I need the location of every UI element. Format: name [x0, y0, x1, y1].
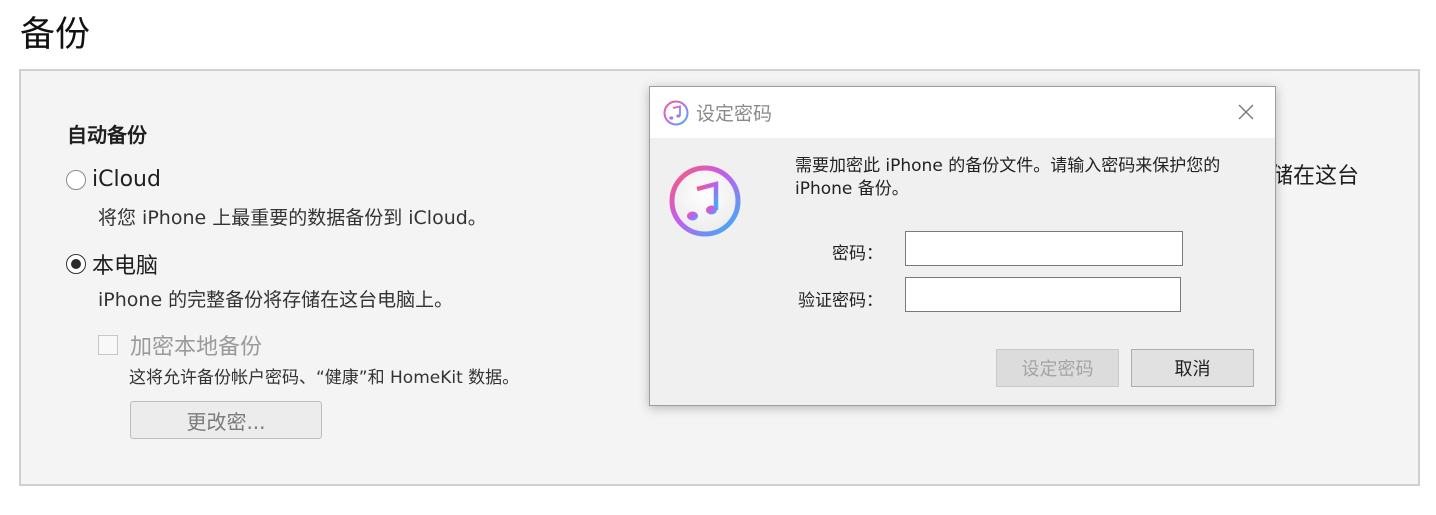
dialog-message: 需要加密此 iPhone 的备份文件。请输入密码来保护您的 iPhone 备份。 — [795, 156, 1221, 199]
auto-backup-heading: 自动备份 — [67, 123, 147, 147]
set-password-button[interactable]: 设定密码 — [996, 349, 1119, 387]
encrypt-checkbox[interactable] — [98, 335, 118, 355]
verify-password-input[interactable] — [905, 277, 1181, 312]
icloud-option[interactable]: iCloud — [66, 167, 161, 192]
set-password-dialog: 设定密码 需要加密此 iPhone 的备份文件。请输入密码来保护您的 iPhon… — [649, 86, 1276, 406]
encrypt-label: 加密本地备份 — [130, 335, 263, 360]
encrypt-option[interactable]: 加密本地备份 — [98, 329, 262, 361]
page-title: 备份 — [20, 15, 91, 55]
itunes-music-icon — [663, 100, 689, 125]
cancel-button[interactable]: 取消 — [1131, 349, 1254, 387]
this-computer-option[interactable]: 本电脑 — [66, 248, 158, 280]
change-password-button[interactable]: 更改密... — [130, 401, 322, 439]
dialog-titlebar: 设定密码 — [650, 87, 1275, 138]
this-computer-radio[interactable] — [66, 254, 86, 274]
icloud-label: iCloud — [92, 167, 161, 192]
dialog-title: 设定密码 — [696, 103, 773, 125]
this-computer-label: 本电脑 — [92, 254, 159, 279]
password-input[interactable] — [905, 231, 1183, 266]
itunes-large-icon — [669, 165, 741, 237]
password-label: 密码： — [832, 244, 883, 264]
icloud-radio[interactable] — [66, 169, 86, 190]
encrypt-note: 这将允许备份帐户密码、“健康”和 HomeKit 数据。 — [129, 368, 520, 388]
truncated-description: 储在这台 — [1271, 164, 1360, 189]
verify-password-label: 验证密码： — [798, 291, 883, 311]
this-computer-description: iPhone 的完整备份将存储在这台电脑上。 — [98, 289, 454, 311]
close-icon[interactable] — [1235, 101, 1257, 123]
icloud-description: 将您 iPhone 上最重要的数据备份到 iCloud。 — [98, 207, 487, 229]
